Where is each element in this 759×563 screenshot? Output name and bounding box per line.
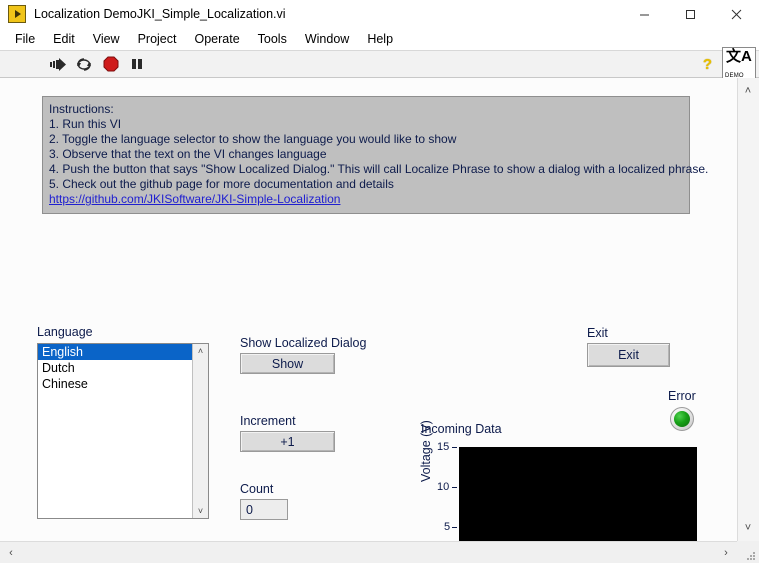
y-tick-mark <box>452 527 457 528</box>
minimize-icon[interactable] <box>621 0 667 28</box>
chevron-down-icon[interactable]: ˅ <box>198 506 203 516</box>
y-axis-title: Voltage (V) <box>419 420 433 482</box>
abort-execution-icon[interactable] <box>102 56 119 73</box>
scroll-down-icon[interactable]: ˅ <box>737 517 759 539</box>
github-link[interactable]: https://github.com/JKISoftware/JKI-Simpl… <box>49 192 340 206</box>
language-options: English Dutch Chinese <box>38 344 192 518</box>
exit-label: Exit <box>587 326 608 340</box>
scroll-left-icon[interactable]: ‹ <box>0 542 22 563</box>
error-label: Error <box>668 389 696 403</box>
menu-item-operate[interactable]: Operate <box>185 30 248 48</box>
y-tick-label-5: 5 <box>444 521 451 533</box>
menu-item-view[interactable]: View <box>84 30 129 48</box>
instructions-box: Instructions: 1. Run this VI 2. Toggle t… <box>42 96 709 214</box>
y-tick-mark <box>452 487 457 488</box>
menu-bar: File Edit View Project Operate Tools Win… <box>0 28 759 50</box>
scroll-up-icon[interactable]: ˄ <box>737 80 759 102</box>
count-indicator: 0 <box>240 499 288 520</box>
labview-front-panel-window: Localization DemoJKI_Simple_Localization… <box>0 0 759 563</box>
run-arrow-icon[interactable] <box>50 56 67 73</box>
language-listbox-scrollbar[interactable]: ˄ ˅ <box>192 344 208 518</box>
instructions-line-1: 1. Run this VI <box>49 117 122 131</box>
error-led-indicator <box>674 411 690 427</box>
menu-item-tools[interactable]: Tools <box>249 30 296 48</box>
language-listbox[interactable]: English Dutch Chinese ˄ ˅ <box>37 343 209 519</box>
instructions-line-5: 5. Check out the github page for more do… <box>49 177 394 191</box>
front-panel-canvas: Instructions: 1. Run this VI 2. Toggle t… <box>0 78 759 563</box>
panel-content: Instructions: 1. Run this VI 2. Toggle t… <box>0 78 737 541</box>
instructions-line-0: Instructions: <box>49 102 114 116</box>
panel-horizontal-scrollbar[interactable]: ‹ › <box>0 541 737 563</box>
list-item-chinese[interactable]: Chinese <box>38 376 192 392</box>
translate-glyph: 文A <box>726 48 752 65</box>
window-controls <box>621 0 759 28</box>
language-label: Language <box>37 325 93 339</box>
show-button[interactable]: Show <box>240 353 335 374</box>
y-tick-label-10: 10 <box>437 481 450 493</box>
window-title: Localization DemoJKI_Simple_Localization… <box>34 7 286 21</box>
list-item-english[interactable]: English <box>38 344 192 360</box>
menu-item-file[interactable]: File <box>6 30 44 48</box>
close-icon[interactable] <box>713 0 759 28</box>
y-tick-label-15: 15 <box>437 441 450 453</box>
increment-button[interactable]: +1 <box>240 431 335 452</box>
exit-button[interactable]: Exit <box>587 343 670 367</box>
context-help-icon[interactable]: ? <box>703 56 712 73</box>
run-continuously-icon[interactable] <box>76 56 93 73</box>
pause-icon[interactable] <box>128 56 145 73</box>
labview-vi-icon <box>8 5 26 23</box>
list-item-dutch[interactable]: Dutch <box>38 360 192 376</box>
resize-grip[interactable] <box>737 541 759 563</box>
instructions-line-3: 3. Observe that the text on the VI chang… <box>49 147 327 161</box>
graph-title: Incoming Data <box>421 422 502 436</box>
menu-item-edit[interactable]: Edit <box>44 30 84 48</box>
maximize-icon[interactable] <box>667 0 713 28</box>
instructions-line-4: 4. Push the button that says "Show Local… <box>49 162 709 176</box>
menu-item-help[interactable]: Help <box>358 30 402 48</box>
incoming-data-plot-area[interactable] <box>459 447 697 541</box>
error-led <box>670 407 694 431</box>
increment-label: Increment <box>240 414 296 428</box>
vi-toolbar: ? 文A DEMO <box>0 47 759 81</box>
grip-dots-icon <box>747 552 755 560</box>
title-bar: Localization DemoJKI_Simple_Localization… <box>0 0 759 28</box>
y-tick-mark <box>452 447 457 448</box>
menu-item-project[interactable]: Project <box>129 30 186 48</box>
menu-item-window[interactable]: Window <box>296 30 358 48</box>
panel-vertical-scrollbar[interactable]: ˄ ˅ <box>737 78 759 541</box>
scroll-right-icon[interactable]: › <box>715 542 737 563</box>
instructions-line-2: 2. Toggle the language selector to show … <box>49 132 457 146</box>
show-localized-dialog-label: Show Localized Dialog <box>240 336 367 350</box>
localization-demo-icon[interactable]: 文A DEMO <box>722 47 756 81</box>
chevron-up-icon[interactable]: ˄ <box>198 346 203 356</box>
count-label: Count <box>240 482 274 496</box>
